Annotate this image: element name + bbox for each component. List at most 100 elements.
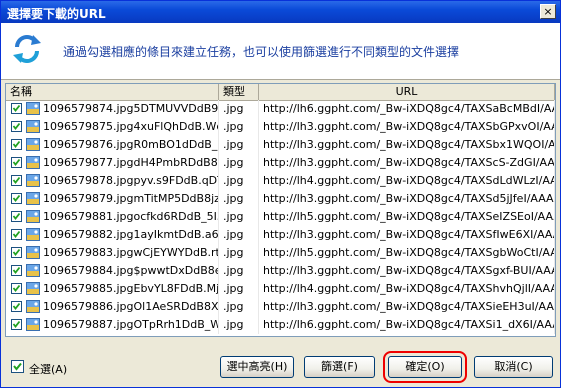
file-url: http://lh6.ggpht.com/_Bw-iXDQ8gc4/TAXSi1… — [259, 316, 555, 334]
table-row[interactable]: 1096579882.jpg1ayIkmtDdB.a6w6k.jpghttp:/… — [6, 226, 555, 244]
image-file-icon — [26, 102, 40, 115]
title-bar: 選擇要下載的URL × — [1, 1, 560, 23]
image-file-icon — [26, 228, 40, 241]
file-name: 1096579887.jpgOTpRrh1DdB_WYl — [43, 318, 219, 331]
checkmark-icon — [12, 104, 21, 112]
highlight-selected-button[interactable]: 選中高亮(H) — [220, 356, 294, 378]
name-cell: 1096579883.jpgwCjEYWYDdB.rt85 — [6, 244, 219, 262]
checkmark-icon — [12, 302, 21, 310]
checkmark-icon — [12, 266, 21, 274]
image-file-icon — [26, 264, 40, 277]
table-row[interactable]: 1096579879.jpgmTitMP5DdB8jzHV .jpg http://… — [6, 190, 555, 208]
file-type: .jpg — [219, 118, 259, 136]
file-url: http://lh3.ggpht.com/_Bw-iXDQ8gc4/TAXSfI… — [259, 226, 555, 244]
name-cell: 1096579887.jpgOTpRrh1DdB_WYl — [6, 316, 219, 334]
file-url: http://lh4.ggpht.com/_Bw-iXDQ8gc4/TAXSdL… — [259, 172, 555, 190]
table-row[interactable]: 1096579883.jpgwCjEYWYDdB.rt85 .jpg http://… — [6, 244, 555, 262]
column-header-url[interactable]: URL — [259, 84, 555, 100]
row-checkbox[interactable] — [11, 193, 22, 204]
checkmark-icon — [12, 194, 21, 202]
file-name: 1096579878.jpgpyv.s9FDdB.qDTxE — [43, 174, 219, 187]
close-button[interactable]: × — [540, 4, 556, 19]
file-name: 1096579874.jpg5DTMUVVDdB9th — [43, 102, 219, 115]
checkmark-icon — [12, 140, 21, 148]
name-cell: 1096579885.jpgEbvYL8FDdB.Mjdz — [6, 280, 219, 298]
row-checkbox[interactable] — [11, 139, 22, 150]
file-name: 1096579876.jpgR0mBO1dDdB_NP — [43, 138, 219, 151]
row-checkbox[interactable] — [11, 319, 22, 330]
table-row[interactable]: 1096579877.jpgdH4PmbRDdB8daF .jpg http://l… — [6, 154, 555, 172]
checkmark-icon — [12, 230, 21, 238]
row-checkbox[interactable] — [11, 265, 22, 276]
file-type: .jpg — [219, 172, 259, 190]
table-row[interactable]: 1096579886.jpgOl1AeSRDdB8X3sc .jpg http://… — [6, 298, 555, 316]
name-cell: 1096579879.jpgmTitMP5DdB8jzHV — [6, 190, 219, 208]
file-name: 1096579881.jpgocfkd6RDdB_5I3V — [43, 210, 219, 223]
cancel-button[interactable]: 取消(C) — [474, 356, 553, 378]
row-checkbox[interactable] — [11, 211, 22, 222]
file-type: .jpg — [219, 316, 259, 334]
file-name: 1096579877.jpgdH4PmbRDdB8daF — [43, 156, 219, 169]
file-type: .jpg — [219, 280, 259, 298]
file-type: .jpg — [219, 208, 259, 226]
image-file-icon — [26, 210, 40, 223]
row-checkbox[interactable] — [11, 283, 22, 294]
checkmark-icon — [12, 212, 21, 220]
name-cell: 1096579876.jpgR0mBO1dDdB_NP — [6, 136, 219, 154]
dialog-header: 通過勾選相應的條目來建立任務，也可以使用篩選進行不同類型的文件選擇 — [1, 23, 560, 80]
table-row[interactable]: 1096579874.jpg5DTMUVVDdB9th .jpg http://lh… — [6, 100, 555, 118]
checkmark-icon — [12, 158, 21, 166]
checkmark-icon — [12, 320, 21, 328]
table-row[interactable]: 1096579878.jpgpyv.s9FDdB.qDTxE .jpg http:/… — [6, 172, 555, 190]
select-all-label[interactable]: 全選(A) — [29, 361, 67, 377]
file-name: 1096579879.jpgmTitMP5DdB8jzHV — [43, 192, 219, 205]
file-url: http://lh5.ggpht.com/_Bw-iXDQ8gc4/TAXSeI… — [259, 208, 555, 226]
file-name: 1096579875.jpg4xuFlQhDdB.WdiX — [43, 120, 219, 133]
row-checkbox[interactable] — [11, 157, 22, 168]
checkmark-icon — [12, 248, 21, 256]
file-url: http://lh6.ggpht.com/_Bw-iXDQ8gc4/TAXSaB… — [259, 100, 555, 118]
header-instruction-text: 通過勾選相應的條目來建立任務，也可以使用篩選進行不同類型的文件選擇 — [63, 45, 460, 59]
image-file-icon — [26, 138, 40, 151]
file-url: http://lh3.ggpht.com/_Bw-iXDQ8gc4/TAXSbx… — [259, 136, 555, 154]
select-all-checkbox[interactable] — [11, 360, 24, 373]
row-checkbox[interactable] — [11, 175, 22, 186]
table-row[interactable]: 1096579885.jpgEbvYL8FDdB.Mjdz .jpg http://… — [6, 280, 555, 298]
row-checkbox[interactable] — [11, 229, 22, 240]
file-name: 1096579886.jpgOl1AeSRDdB8X3sc — [43, 300, 219, 313]
table-row[interactable]: 1096579875.jpg4xuFlQhDdB.WdiX .jpg http://… — [6, 118, 555, 136]
file-type: .jpg — [219, 244, 259, 262]
name-cell: 1096579878.jpgpyv.s9FDdB.qDTxE — [6, 172, 219, 190]
file-type: .jpg — [219, 226, 259, 244]
file-type: .jpg — [219, 100, 259, 118]
row-checkbox[interactable] — [11, 121, 22, 132]
row-checkbox[interactable] — [11, 103, 22, 114]
image-file-icon — [26, 192, 40, 205]
table-row[interactable]: 1096579884.jpg$pwwtDxDdB8e2xg.jpghttp://… — [6, 262, 555, 280]
file-type: .jpg — [219, 262, 259, 280]
file-type: .jpg — [219, 298, 259, 316]
column-header-type[interactable]: 類型 — [219, 84, 259, 100]
checkmark-icon — [13, 362, 22, 371]
checkmark-icon — [12, 122, 21, 130]
ok-button[interactable]: 確定(O) — [383, 351, 467, 383]
table-row[interactable]: 1096579881.jpgocfkd6RDdB_5I3V .jpg http://… — [6, 208, 555, 226]
checkmark-icon — [12, 176, 21, 184]
list-rows: 1096579874.jpg5DTMUVVDdB9th .jpg http://lh… — [6, 100, 555, 334]
image-file-icon — [26, 246, 40, 259]
url-selection-dialog: 選擇要下載的URL × 通過勾選相應的條目來建立任務，也可以使用篩選進行不同類型… — [0, 0, 561, 388]
checkmark-icon — [12, 284, 21, 292]
file-name: 1096579884.jpg$pwwtDxDdB8e2xg — [43, 264, 218, 277]
table-row[interactable]: 1096579887.jpgOTpRrh1DdB_WYl .jpg http://l… — [6, 316, 555, 334]
table-row[interactable]: 1096579876.jpgR0mBO1dDdB_NP .jpg http://lh… — [6, 136, 555, 154]
name-cell: 1096579886.jpgOl1AeSRDdB8X3sc — [6, 298, 219, 316]
row-checkbox[interactable] — [11, 247, 22, 258]
refresh-arrows-icon — [13, 35, 41, 63]
file-type: .jpg — [219, 154, 259, 172]
column-header-name[interactable]: 名稱 — [6, 84, 219, 100]
filter-button[interactable]: 篩選(F) — [304, 356, 375, 378]
name-cell: 1096579874.jpg5DTMUVVDdB9th — [6, 100, 219, 118]
row-checkbox[interactable] — [11, 301, 22, 312]
file-url: http://lh4.ggpht.com/_Bw-iXDQ8gc4/TAXShv… — [259, 280, 555, 298]
file-name: 1096579882.jpg1ayIkmtDdB.a6w6k — [43, 228, 219, 241]
